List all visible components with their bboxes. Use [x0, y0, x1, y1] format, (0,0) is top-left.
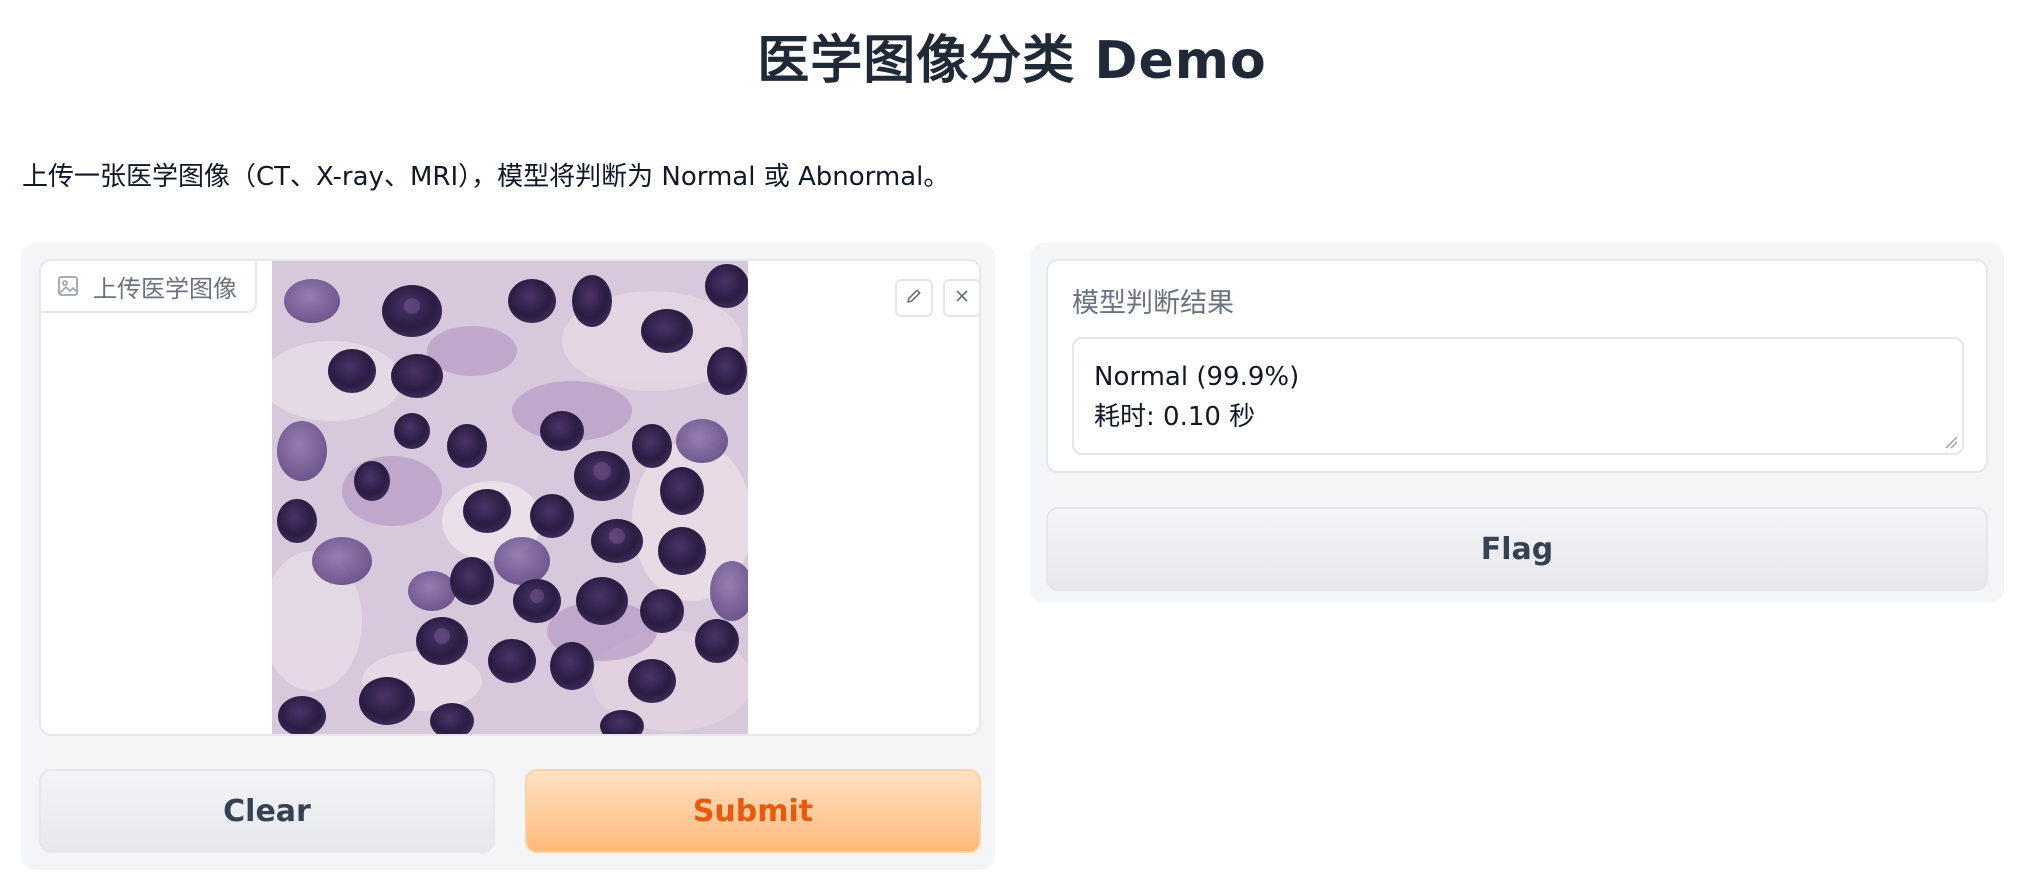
remove-image-button[interactable] — [943, 279, 979, 317]
result-label: 模型判断结果 — [1072, 288, 1234, 319]
output-panel: 模型判断结果 Normal (99.9%) 耗时: 0.10 秒 Flag — [1030, 243, 2004, 603]
edit-image-button[interactable] — [895, 279, 933, 317]
clear-button[interactable]: Clear — [39, 769, 495, 853]
page-description: 上传一张医学图像（CT、X-ray、MRI），模型将判断为 Normal 或 A… — [22, 162, 950, 192]
image-upload-label-text: 上传医学图像 — [93, 274, 237, 303]
close-icon — [952, 286, 972, 310]
uploaded-medical-image — [272, 261, 748, 734]
pencil-icon — [904, 286, 924, 310]
flag-button[interactable]: Flag — [1046, 507, 1988, 591]
result-textbox[interactable]: Normal (99.9%) 耗时: 0.10 秒 — [1072, 337, 1964, 455]
image-icon — [57, 275, 79, 297]
submit-button[interactable]: Submit — [525, 769, 981, 853]
result-time: 耗时: 0.10 秒 — [1094, 402, 1256, 432]
image-upload-label: 上传医学图像 — [41, 261, 257, 313]
input-panel: 上传医学图像 Clear Submit — [21, 243, 995, 870]
image-upload-area[interactable]: 上传医学图像 — [39, 259, 981, 736]
result-block: 模型判断结果 Normal (99.9%) 耗时: 0.10 秒 — [1046, 259, 1988, 473]
resize-handle-icon[interactable] — [1944, 435, 1958, 449]
page-title: 医学图像分类 Demo — [757, 31, 1267, 91]
result-prediction: Normal (99.9%) — [1094, 362, 1300, 392]
